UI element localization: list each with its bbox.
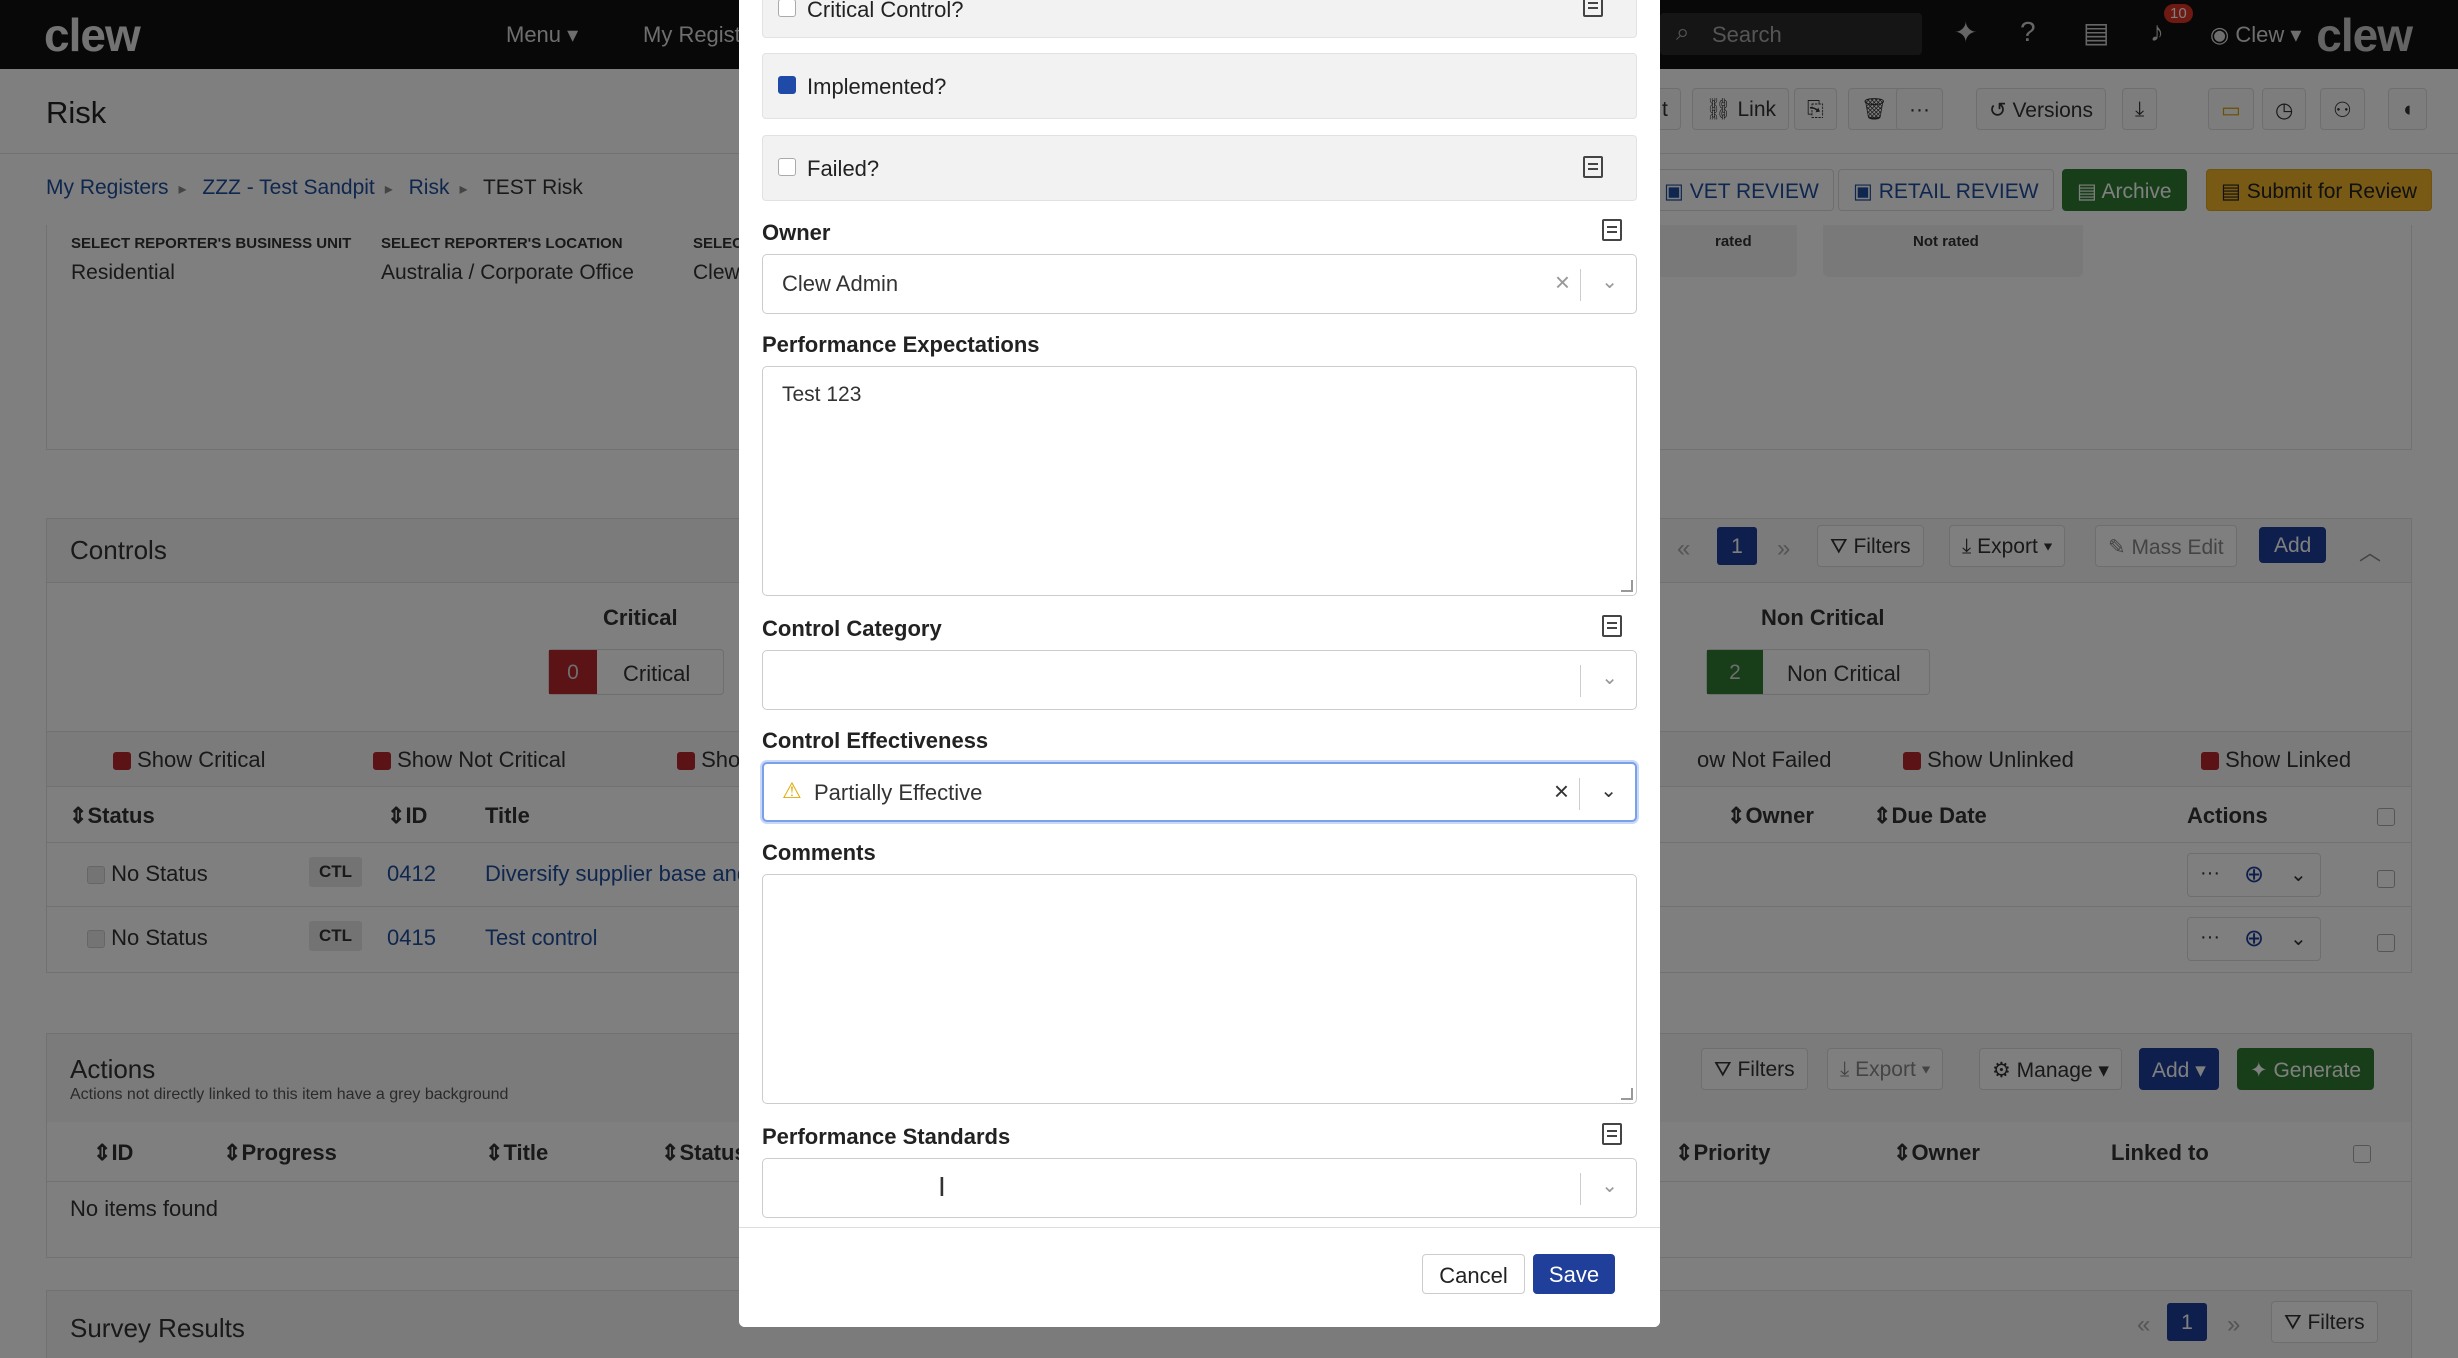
owner-label: Owner [762, 220, 831, 245]
critical-control-row[interactable]: Critical Control? [762, 0, 1637, 38]
implemented-checkbox[interactable] [778, 76, 796, 94]
text-cursor-icon: I [938, 1171, 946, 1202]
performance-expectations-textarea[interactable]: Test 123 [762, 366, 1637, 596]
chevron-down-icon[interactable]: ⌄ [1601, 665, 1618, 690]
control-effectiveness-value: Partially Effective [814, 780, 983, 805]
document-icon[interactable] [1602, 219, 1622, 241]
document-icon[interactable] [1602, 615, 1622, 637]
clear-icon[interactable]: × [1555, 267, 1570, 298]
performance-standards-label: Performance Standards [762, 1124, 1011, 1149]
resize-handle-icon[interactable] [1621, 580, 1633, 592]
document-icon[interactable] [1583, 0, 1603, 17]
document-icon[interactable] [1602, 1123, 1622, 1145]
save-button[interactable]: Save [1533, 1254, 1615, 1294]
performance-expectations-label: Performance Expectations [762, 332, 1040, 357]
failed-checkbox[interactable] [778, 158, 796, 176]
control-category-select[interactable]: ⌄ [762, 650, 1637, 710]
resize-handle-icon[interactable] [1621, 1088, 1633, 1100]
control-category-label: Control Category [762, 616, 942, 641]
performance-standards-select[interactable]: I ⌄ [762, 1158, 1637, 1218]
cancel-button[interactable]: Cancel [1422, 1254, 1525, 1294]
critical-control-label: Critical Control? [807, 0, 964, 22]
chevron-down-icon[interactable]: ⌄ [1601, 1173, 1618, 1198]
edit-control-modal: Critical Control? Implemented? Failed? O… [739, 0, 1660, 1327]
clear-icon[interactable]: × [1554, 776, 1569, 807]
select-divider [1580, 1173, 1581, 1205]
modal-footer: Cancel Save [739, 1227, 1660, 1327]
failed-row[interactable]: Failed? [762, 135, 1637, 201]
control-effectiveness-label: Control Effectiveness [762, 728, 989, 753]
implemented-label: Implemented? [807, 74, 947, 99]
document-icon[interactable] [1583, 156, 1603, 178]
chevron-down-icon[interactable]: ⌄ [1600, 778, 1617, 803]
select-divider [1580, 665, 1581, 697]
comments-label: Comments [762, 840, 876, 865]
owner-select[interactable]: Clew Admin × ⌄ [762, 254, 1637, 314]
select-divider [1580, 269, 1581, 301]
critical-control-checkbox[interactable] [778, 0, 796, 17]
failed-label: Failed? [807, 156, 880, 181]
performance-expectations-value: Test 123 [782, 383, 862, 406]
chevron-down-icon[interactable]: ⌄ [1601, 269, 1618, 294]
comments-textarea[interactable] [762, 874, 1637, 1104]
control-effectiveness-select[interactable]: ⚠ Partially Effective × ⌄ [762, 762, 1637, 822]
select-divider [1579, 778, 1580, 810]
implemented-row[interactable]: Implemented? [762, 53, 1637, 119]
owner-value: Clew Admin [782, 271, 899, 296]
warning-icon: ⚠ [782, 778, 802, 803]
